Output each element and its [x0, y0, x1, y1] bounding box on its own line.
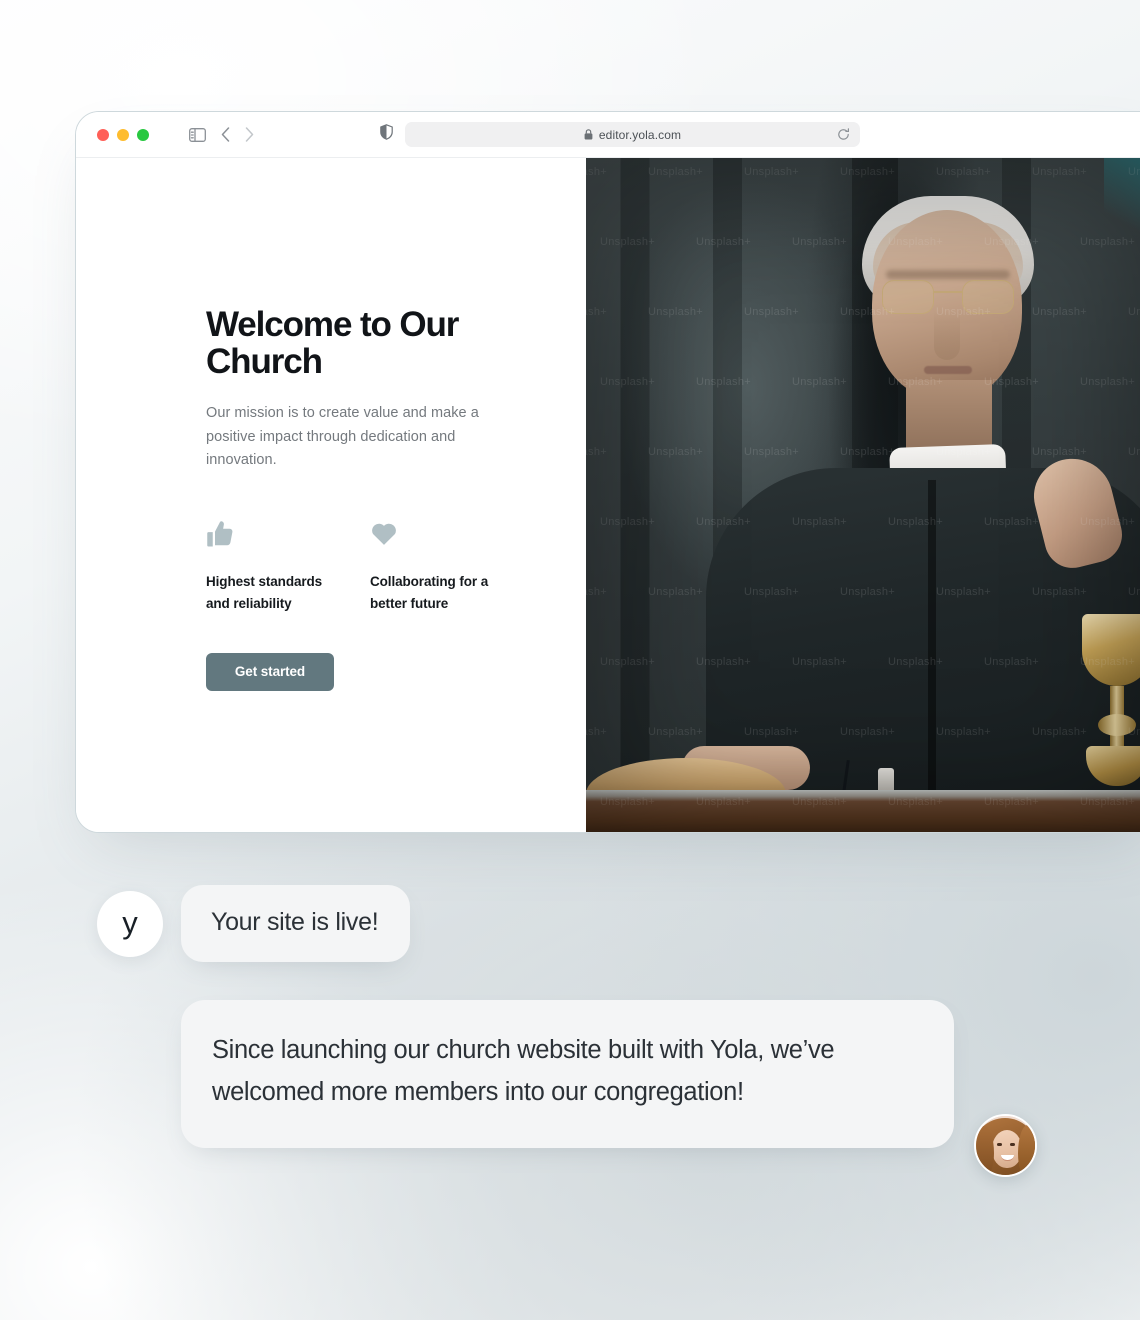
close-window-button[interactable]	[97, 128, 109, 141]
window-traffic-lights	[97, 128, 149, 141]
feature-list: Highest standards and reliability Collab…	[206, 519, 586, 615]
browser-window: editor.yola.com Welcome to Our Church Ou…	[75, 111, 1140, 833]
yola-brand-avatar: y	[97, 890, 163, 957]
chat-bubble-site-live: Your site is live!	[181, 885, 411, 962]
priest-mouth	[924, 366, 972, 374]
address-bar[interactable]: editor.yola.com	[405, 122, 860, 147]
chat-message-row-yola: y Your site is live!	[97, 885, 411, 962]
priest-nose	[934, 310, 960, 360]
wooden-altar	[586, 790, 1140, 832]
browser-nav-controls	[189, 127, 254, 142]
page-title: Welcome to Our Church	[206, 305, 459, 382]
heart-icon	[370, 519, 533, 553]
forward-button-icon[interactable]	[245, 127, 254, 142]
priest-shirt-placket	[928, 480, 936, 810]
photo-teal-highlight	[1104, 158, 1140, 250]
privacy-shield-icon[interactable]	[380, 124, 393, 145]
priest-glasses	[882, 280, 1014, 314]
golden-chalice	[1082, 614, 1140, 804]
hero-text-column: Welcome to Our Church Our mission is to …	[76, 158, 586, 832]
browser-address-area: editor.yola.com	[380, 122, 860, 147]
browser-titlebar: editor.yola.com	[76, 112, 1140, 158]
feature-label: Highest standards and reliability	[206, 574, 323, 611]
get-started-button[interactable]: Get started	[206, 652, 334, 691]
lock-icon	[584, 129, 593, 140]
minimize-window-button[interactable]	[117, 128, 129, 141]
hero-photo: Unsplash+Unsplash+Unsplash+Unsplash+Unsp…	[586, 158, 1140, 832]
customer-avatar	[974, 1114, 1037, 1177]
address-bar-url: editor.yola.com	[598, 127, 682, 142]
chat-bubble-testimonial: Since launching our church website built…	[181, 1000, 954, 1148]
back-button-icon[interactable]	[221, 127, 230, 142]
feature-item-collaboration: Collaborating for a better future	[370, 519, 533, 615]
sidebar-toggle-icon[interactable]	[189, 127, 206, 142]
hero-subtitle: Our mission is to create value and make …	[206, 405, 479, 469]
website-preview: Welcome to Our Church Our mission is to …	[76, 158, 1140, 832]
priest-brow	[886, 270, 1010, 279]
thumbs-up-icon	[206, 519, 369, 553]
reload-icon[interactable]	[837, 128, 850, 141]
maximize-window-button[interactable]	[137, 128, 149, 141]
feature-label: Collaborating for a better future	[370, 574, 489, 611]
feature-item-standards: Highest standards and reliability	[206, 519, 369, 615]
yola-logo-glyph: y	[122, 905, 138, 940]
